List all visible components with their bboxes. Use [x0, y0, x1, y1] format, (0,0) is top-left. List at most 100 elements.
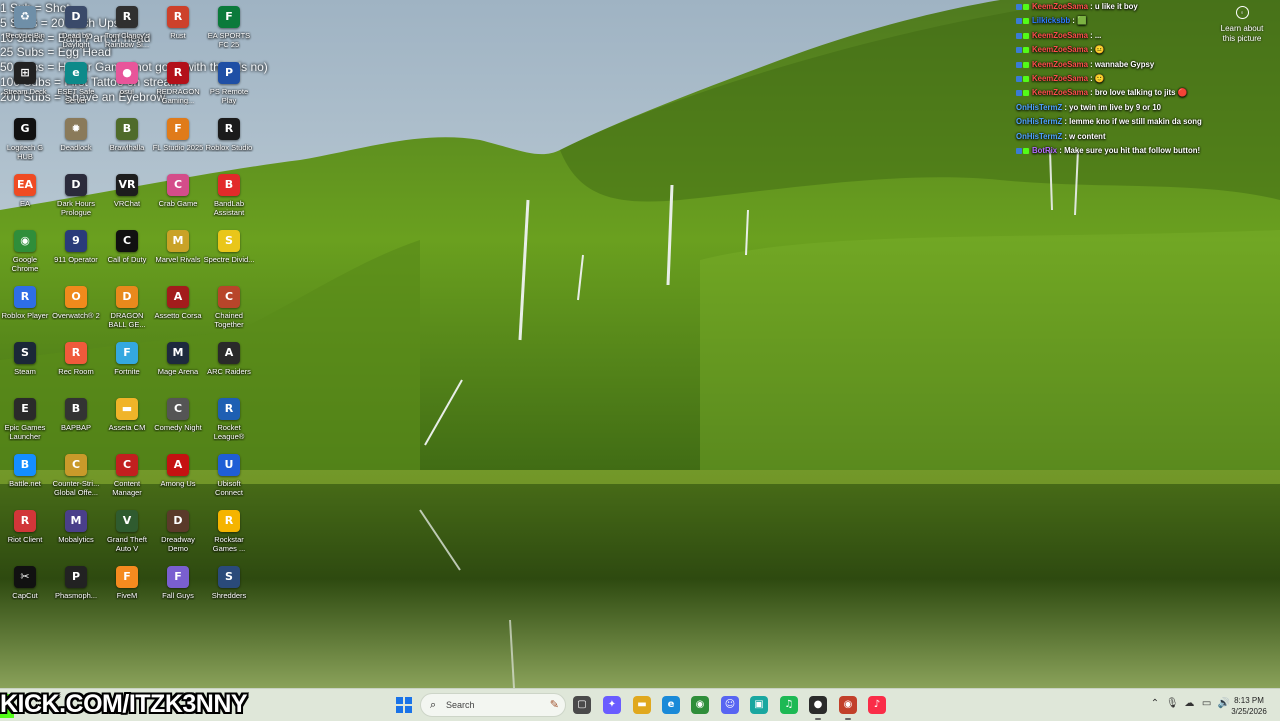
desktop-icon[interactable]: EA EA	[0, 170, 51, 226]
desktop-icon[interactable]: ✹ Deadlock	[50, 114, 102, 170]
desktop-icon[interactable]: 9 911 Operator	[50, 226, 102, 282]
desktop-icon[interactable]: R Rockstar Games ...	[203, 506, 255, 562]
desktop-icon[interactable]: M Marvel Rivals	[152, 226, 204, 282]
desktop-icon-label: Comedy Night	[154, 423, 202, 432]
chat-username[interactable]: OnHisTermZ	[1016, 117, 1062, 126]
edge-taskbar-icon[interactable]: e	[662, 696, 680, 714]
desktop-icon[interactable]: U Ubisoft Connect	[203, 450, 255, 506]
desktop-icon[interactable]: R Riot Client	[0, 506, 51, 562]
desktop-icon[interactable]: B BandLab Assistant	[203, 170, 255, 226]
desktop-icon[interactable]: S Spectre Divid...	[203, 226, 255, 282]
desktop-icon[interactable]: D Dead by Daylight	[50, 2, 102, 58]
desktop-icon[interactable]: O Overwatch® 2	[50, 282, 102, 338]
desktop-icon-label: Riot Client	[7, 535, 43, 544]
apple-music-taskbar-icon[interactable]: ♪	[868, 696, 886, 714]
desktop-icon-label: Chained Together	[214, 311, 244, 329]
task-view-taskbar-icon[interactable]: ▢	[573, 696, 591, 714]
chat-username[interactable]: KeemZoeSama	[1032, 88, 1088, 97]
desktop-icon[interactable]: e ESET Safe Server	[50, 58, 102, 114]
desktop-icon[interactable]: ● osu!	[101, 58, 153, 114]
desktop-icon[interactable]: R Tom Clancy's Rainbow Si...	[101, 2, 153, 58]
discord-taskbar-icon[interactable]: ☺	[721, 696, 739, 714]
desktop-icon[interactable]: A ARC Raiders	[203, 338, 255, 394]
desktop-icon[interactable]: F Fortnite	[101, 338, 153, 394]
chat-username[interactable]: KeemZoeSama	[1032, 60, 1088, 69]
chrome-profile-taskbar-icon[interactable]: ◉	[839, 696, 857, 720]
desktop-icon[interactable]: A Among Us	[152, 450, 204, 506]
chat-username[interactable]: OnHisTermZ	[1016, 132, 1062, 141]
chat-username[interactable]: KeemZoeSama	[1032, 45, 1088, 54]
desktop-icon[interactable]: B Battle.net	[0, 450, 51, 506]
desktop-icon[interactable]: F EA SPORTS FC 25	[203, 2, 255, 58]
chat-message: KeemZoeSama : u like it boy	[1016, 2, 1138, 12]
chat-text: u like it boy	[1094, 2, 1138, 11]
mic-icon[interactable]: 🎙	[1165, 698, 1179, 709]
desktop-icon[interactable]: D DRAGON BALL GE...	[101, 282, 153, 338]
desktop-icon[interactable]: R Roblox Studio	[203, 114, 255, 170]
desktop-icon[interactable]: S Steam	[0, 338, 51, 394]
desktop-icon[interactable]: V Grand Theft Auto V	[101, 506, 153, 562]
desktop-icon-label: 911 Operator	[54, 255, 98, 264]
chevron-up-icon[interactable]: ⌃	[1148, 698, 1162, 709]
file-explorer-taskbar-icon[interactable]: ▬	[633, 696, 651, 714]
desktop-icon[interactable]: C Call of Duty	[101, 226, 153, 282]
desktop-icon[interactable]: R Roblox Player	[0, 282, 51, 338]
network-icon[interactable]: ▭	[1200, 698, 1214, 709]
clock-time: 8:13 PM	[1234, 696, 1264, 705]
desktop-icon-label: Mage Arena	[157, 367, 199, 376]
desktop-icon[interactable]: D Dark Hours Prologue	[50, 170, 102, 226]
chat-username[interactable]: KeemZoeSama	[1032, 2, 1088, 11]
desktop-icon[interactable]: R Rocket League®	[203, 394, 255, 450]
desktop-icon-label: VRChat	[113, 199, 141, 208]
desktop-icon[interactable]: D Dreadway Demo	[152, 506, 204, 562]
clock[interactable]: 8:13 PM 3/25/2026	[1222, 695, 1276, 717]
desktop-icon[interactable]: E Epic Games Launcher	[0, 394, 51, 450]
desktop-icon[interactable]: C Content Manager	[101, 450, 153, 506]
desktop-icon[interactable]: M Mage Arena	[152, 338, 204, 394]
chrome-taskbar-icon[interactable]: ◉	[691, 696, 709, 714]
chat-username[interactable]: KeemZoeSama	[1032, 74, 1088, 83]
desktop-icon[interactable]: R REDRAGON Gaming...	[152, 58, 204, 114]
desktop-icon[interactable]: P PS Remote Play	[203, 58, 255, 114]
onedrive-icon[interactable]: ☁	[1182, 698, 1196, 709]
desktop-icon-label: Rust	[170, 31, 186, 40]
chat-username[interactable]: Lilkicksbb	[1032, 16, 1070, 25]
desktop-icon[interactable]: R Rec Room	[50, 338, 102, 394]
desktop-icon[interactable]: B Brawlhalla	[101, 114, 153, 170]
desktop-icon[interactable]: VR VRChat	[101, 170, 153, 226]
desktop-icon-label: Crab Game	[158, 199, 198, 208]
desktop-icon[interactable]: P Phasmoph...	[50, 562, 102, 618]
chat-username[interactable]: KeemZoeSama	[1032, 31, 1088, 40]
learn-about-picture[interactable]: ◦ Learn about this picture	[1216, 6, 1268, 44]
chat-username[interactable]: OnHisTermZ	[1016, 103, 1062, 112]
desktop-icon[interactable]: A Assetto Corsa	[152, 282, 204, 338]
system-tray[interactable]: ⌃ 🎙 ☁ ▭ 🔊	[1148, 698, 1231, 709]
spotify-taskbar-icon[interactable]: ♫	[780, 696, 798, 714]
desktop-icon[interactable]: M Mobalytics	[50, 506, 102, 562]
desktop-icon[interactable]: R Rust	[152, 2, 204, 58]
desktop-icon[interactable]: ♻ Recycle Bin	[0, 2, 51, 58]
desktop-icon[interactable]: ⊞ Stream Deck	[0, 58, 51, 114]
desktop-icon[interactable]: C Chained Together	[203, 282, 255, 338]
desktop-icon[interactable]: G Logitech G HUB	[0, 114, 51, 170]
start-button[interactable]	[396, 697, 412, 713]
copilot-taskbar-icon[interactable]: ✦	[603, 696, 621, 714]
chat-message: OnHisTermZ : w content	[1016, 132, 1106, 142]
obs-taskbar-icon[interactable]: ●	[809, 696, 827, 720]
desktop-icon[interactable]: C Counter-Stri... Global Offe...	[50, 450, 102, 506]
chat-text: bro love talking to jits 🔴	[1094, 88, 1188, 98]
desktop-icon[interactable]: B BAPBAP	[50, 394, 102, 450]
app-icon: E	[14, 398, 36, 420]
desktop-icon[interactable]: ◉ Google Chrome	[0, 226, 51, 282]
desktop-icon[interactable]: ✂ CapCut	[0, 562, 51, 618]
desktop-icon[interactable]: F FiveM	[101, 562, 153, 618]
desktop-icon[interactable]: ▬ Asseta CM	[101, 394, 153, 450]
desktop-icon[interactable]: S Shredders	[203, 562, 255, 618]
chat-username[interactable]: BotRix	[1032, 146, 1057, 155]
taskbar-search[interactable]: ⌕ Search ✎	[420, 693, 566, 717]
desktop-icon[interactable]: F Fall Guys	[152, 562, 204, 618]
desktop-icon[interactable]: C Comedy Night	[152, 394, 204, 450]
desktop-icon[interactable]: C Crab Game	[152, 170, 204, 226]
app-teal-taskbar-icon[interactable]: ▣	[750, 696, 768, 714]
desktop-icon[interactable]: F FL Studio 2025	[152, 114, 204, 170]
